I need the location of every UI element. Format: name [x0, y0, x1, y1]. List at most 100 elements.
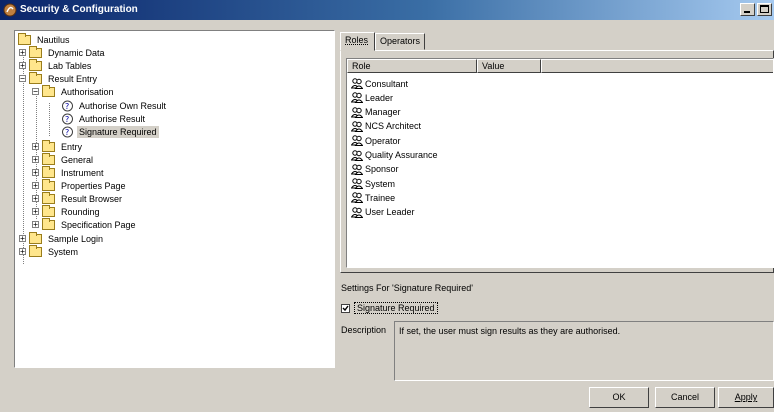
collapse-icon[interactable]: −	[19, 75, 26, 83]
tree-item-authorise-own-result[interactable]: ? Authorise Own Result	[61, 99, 168, 112]
role-group-icon	[351, 178, 363, 190]
tab-roles[interactable]: Roles	[340, 32, 375, 51]
tree-item-label: Authorisation	[61, 86, 114, 97]
role-label: Trainee	[365, 192, 396, 203]
tree-connector	[49, 103, 50, 136]
folder-icon	[29, 244, 42, 257]
role-label: System	[365, 178, 396, 189]
window-title: Security & Configuration	[20, 4, 138, 15]
description-label: Description	[341, 325, 387, 335]
configuration-tree[interactable]: Nautilus + Dynamic Data + Lab Tables − R…	[14, 30, 335, 368]
expand-icon[interactable]: +	[32, 156, 39, 164]
title-bar[interactable]: Security & Configuration	[0, 0, 774, 20]
tree-item-authorise-result[interactable]: ? Authorise Result	[61, 112, 147, 125]
role-label: Quality Assurance	[365, 150, 438, 160]
folder-icon	[42, 178, 55, 191]
ok-button[interactable]: OK	[589, 387, 649, 408]
tree-item-label: Signature Required	[77, 125, 159, 138]
folder-open-icon	[42, 84, 55, 97]
tree-item-label: Properties Page	[61, 180, 126, 191]
role-label: Manager	[365, 107, 401, 118]
tree-item-label: Rounding	[61, 206, 100, 217]
tree-item-instrument[interactable]: + Instrument	[32, 165, 106, 179]
role-row[interactable]: Leader	[351, 91, 393, 104]
collapse-icon[interactable]: −	[32, 88, 39, 96]
signature-required-checkbox[interactable]	[341, 303, 350, 313]
tree-item-rounding[interactable]: + Rounding	[32, 204, 102, 218]
role-row[interactable]: NCS Architect	[351, 120, 421, 133]
cancel-button[interactable]: Cancel	[655, 387, 715, 408]
expand-icon[interactable]: +	[32, 143, 39, 151]
role-group-icon	[351, 149, 363, 161]
tab-operators[interactable]: Operators	[375, 33, 425, 50]
security-configuration-window: Security & Configuration Nautilus + Dyna…	[0, 0, 774, 412]
tree-item-result-entry[interactable]: − Result Entry	[19, 71, 99, 85]
column-header-value[interactable]: Value	[477, 59, 541, 73]
role-group-icon	[351, 78, 363, 89]
minimize-button[interactable]	[740, 3, 755, 16]
role-row[interactable]: Manager	[351, 106, 401, 119]
role-group-icon	[351, 106, 363, 118]
tree-item-signature-required[interactable]: ? Signature Required	[61, 125, 159, 138]
tree-item-authorisation[interactable]: − Authorisation	[32, 84, 116, 98]
tree-item-lab-tables[interactable]: + Lab Tables	[19, 58, 93, 72]
tree-item-label: Lab Tables	[48, 60, 92, 71]
tree-item-entry[interactable]: + Entry	[32, 139, 84, 153]
tree-item-system[interactable]: + System	[19, 244, 80, 258]
role-group-icon	[351, 121, 363, 132]
tree-item-label: Result Browser	[61, 193, 123, 204]
svg-text:?: ?	[65, 115, 69, 124]
apply-button[interactable]: Apply	[718, 387, 774, 408]
check-icon	[342, 305, 349, 311]
role-label: Consultant	[365, 78, 409, 89]
expand-icon[interactable]: +	[32, 221, 39, 229]
folder-icon	[42, 152, 55, 165]
maximize-button[interactable]	[757, 3, 772, 16]
role-row[interactable]: User Leader	[351, 206, 415, 219]
tree-item-specification-page[interactable]: + Specification Page	[32, 217, 138, 231]
tab-label: Operators	[380, 36, 421, 46]
tree-item-sample-login[interactable]: + Sample Login	[19, 231, 105, 245]
tree-item-dynamic-data[interactable]: + Dynamic Data	[19, 45, 107, 59]
expand-icon[interactable]: +	[32, 169, 39, 177]
tree-item-label: Entry	[61, 141, 83, 152]
roles-list[interactable]: Role Value Consultant Leader Manager NCS Ar…	[346, 58, 774, 268]
expand-icon[interactable]: +	[19, 49, 26, 57]
help-setting-icon: ?	[62, 100, 73, 111]
svg-text:?: ?	[65, 102, 69, 111]
settings-title: Settings For 'Signature Required'	[341, 283, 474, 293]
role-label: NCS Architect	[365, 121, 422, 132]
tree-item-label: Result Entry	[48, 73, 98, 84]
tree-item-properties-page[interactable]: + Properties Page	[32, 178, 128, 192]
tree-item-label: Specification Page	[61, 219, 136, 230]
folder-icon	[18, 32, 31, 45]
role-row[interactable]: Consultant	[351, 77, 408, 90]
column-header-empty	[541, 59, 773, 73]
tree-item-label: Authorise Result	[79, 113, 146, 124]
role-row[interactable]: Operator	[351, 134, 401, 147]
role-row[interactable]: Quality Assurance	[351, 149, 438, 162]
role-row[interactable]: System	[351, 177, 395, 190]
role-label: Sponsor	[365, 164, 399, 175]
expand-icon[interactable]: +	[19, 62, 26, 70]
expand-icon[interactable]: +	[32, 208, 39, 216]
tree-item-general[interactable]: + General	[32, 152, 95, 166]
role-row[interactable]: Trainee	[351, 191, 395, 204]
signature-required-checkbox-row[interactable]: Signature Required	[341, 302, 438, 314]
expand-icon[interactable]: +	[32, 195, 39, 203]
tree-item-result-browser[interactable]: + Result Browser	[32, 191, 124, 205]
folder-open-icon	[29, 71, 42, 84]
expand-icon[interactable]: +	[32, 182, 39, 190]
tree-item-label: Authorise Own Result	[79, 100, 167, 111]
folder-icon	[42, 139, 55, 152]
tree-item-nautilus[interactable]: Nautilus	[18, 32, 72, 46]
folder-icon	[42, 165, 55, 178]
folder-icon	[29, 58, 42, 71]
tree-item-label: Sample Login	[48, 233, 104, 244]
folder-icon	[42, 191, 55, 204]
expand-icon[interactable]: +	[19, 248, 26, 256]
role-row[interactable]: Sponsor	[351, 163, 399, 176]
expand-icon[interactable]: +	[19, 235, 26, 243]
role-label: Leader	[365, 92, 394, 103]
column-header-role[interactable]: Role	[347, 59, 477, 73]
